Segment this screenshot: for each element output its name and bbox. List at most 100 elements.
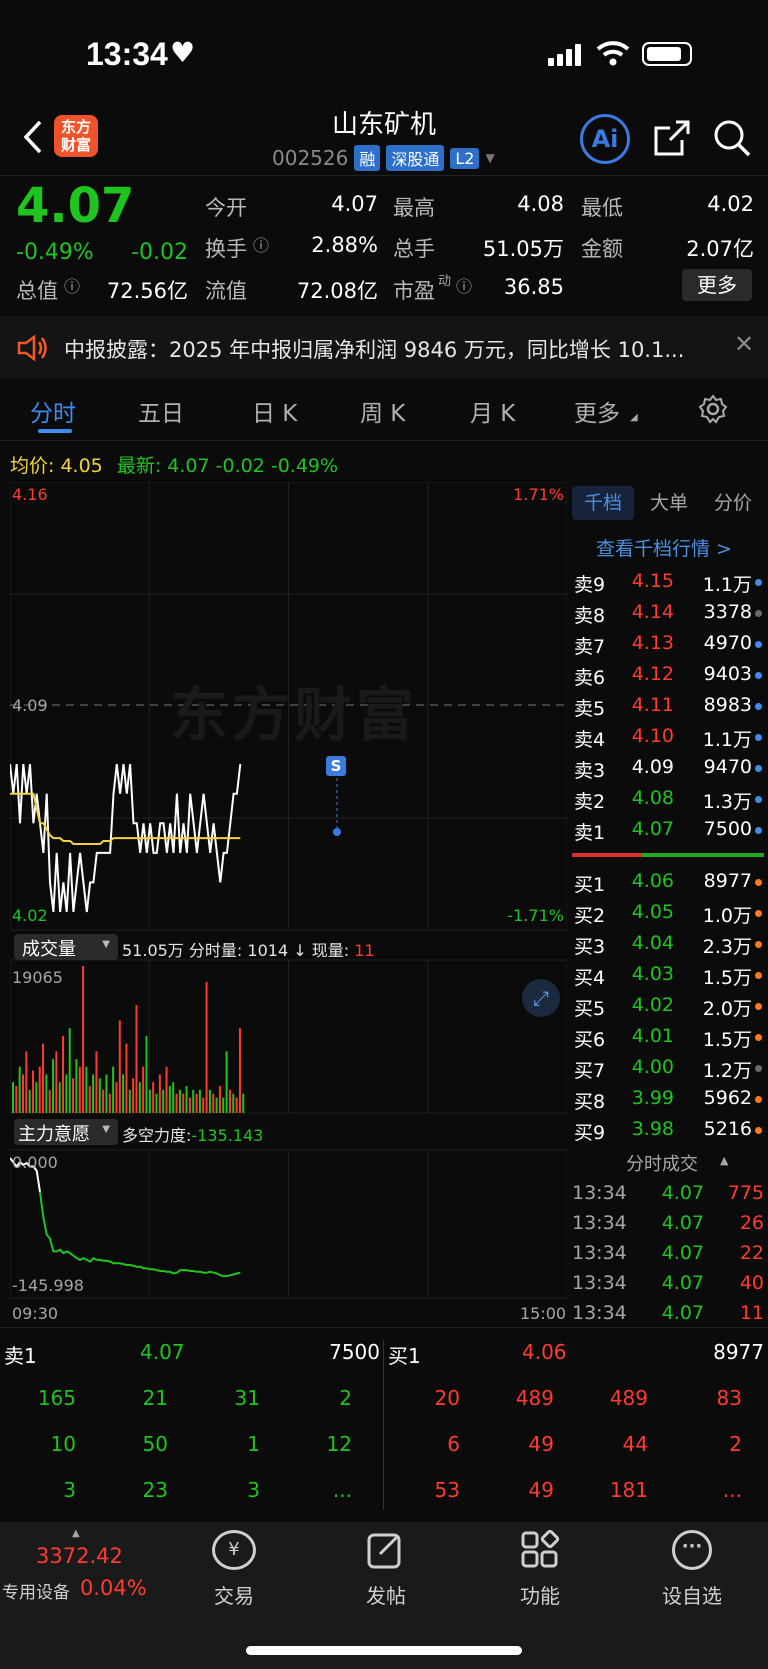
ask-row[interactable]: 卖6 4.12 9403	[572, 659, 768, 690]
low-value: 4.02	[707, 192, 754, 216]
depth-link[interactable]: 查看千档行情 >	[596, 534, 732, 561]
axis-mid-price: 4.09	[12, 696, 48, 715]
notice-bar[interactable]: 中报披露：2025 年中报归属净利润 9846 万元，同比增长 10.1... …	[0, 316, 768, 378]
volume-bar	[155, 1093, 158, 1113]
wifi-icon	[596, 41, 630, 66]
nav-post[interactable]: 发帖	[346, 1580, 426, 1609]
queue-sell-cell: 23	[142, 1478, 168, 1502]
tab-weekly-k[interactable]: 周 K	[360, 394, 405, 428]
trade-icon[interactable]: ¥	[212, 1530, 256, 1570]
info-icon[interactable]: ⓘ	[253, 232, 269, 256]
volume-bar	[12, 1082, 14, 1113]
volume-bar	[85, 1066, 88, 1113]
stock-code-row[interactable]: 002526 融 深股通 L2 ▼	[272, 145, 495, 171]
queue-sell-vol: 7500	[329, 1340, 380, 1364]
bid-row[interactable]: 买4 4.03 1.5万	[572, 959, 768, 990]
side-tab-depth[interactable]: 千档	[584, 488, 622, 515]
tab-intraday[interactable]: 分时	[30, 394, 76, 428]
bid-row[interactable]: 买6 4.01 1.5万	[572, 1021, 768, 1052]
volume-bar	[15, 1086, 18, 1113]
bid-row[interactable]: 买7 4.00 1.2万	[572, 1052, 768, 1083]
bid-row[interactable]: 买5 4.02 2.0万	[572, 990, 768, 1021]
info-icon[interactable]: ⓘ	[64, 273, 80, 297]
float-cap-label: 流值	[205, 279, 247, 303]
bid-price: 4.01	[631, 1025, 674, 1047]
queue-buy-cell: 44	[622, 1432, 648, 1456]
ask-row[interactable]: 卖1 4.07 7500	[572, 814, 768, 845]
ask-row[interactable]: 卖9 4.15 1.1万	[572, 566, 768, 597]
ask-row[interactable]: 卖7 4.13 4970	[572, 628, 768, 659]
nav-watchlist[interactable]: 设自选	[652, 1580, 732, 1609]
ask-price: 4.08	[631, 787, 674, 809]
ask-price: 4.15	[631, 570, 674, 592]
volume-info: 51.05万 分时量: 1014 ↓ 现量: 11	[122, 937, 375, 961]
settings-icon[interactable]	[698, 394, 728, 424]
tick-time: 13:34	[572, 1212, 627, 1234]
bid-label: 买8	[574, 1091, 606, 1113]
close-icon[interactable]: ✕	[734, 330, 754, 358]
index-value[interactable]: 3372.42	[36, 1544, 123, 1568]
status-time: 13:34	[86, 36, 168, 72]
tick-row: 13:34 4.07 40	[572, 1268, 768, 1299]
tab-more[interactable]: 更多	[574, 394, 620, 428]
search-icon[interactable]	[712, 118, 752, 158]
tab-more-caret: ◢	[630, 412, 638, 423]
ai-button[interactable]: Ai	[580, 114, 630, 164]
bid-label: 买2	[574, 905, 606, 927]
tab-monthly-k[interactable]: 月 K	[470, 394, 515, 428]
tick-row: 13:34 4.07 26	[572, 1208, 768, 1239]
bid-row[interactable]: 买2 4.05 1.0万	[572, 897, 768, 928]
volume-bar	[138, 1082, 141, 1113]
share-icon[interactable]	[652, 118, 692, 158]
volume-selector[interactable]: 成交量 ▼	[14, 934, 118, 960]
signal-marker[interactable]: S	[326, 756, 346, 776]
volume-bar	[225, 1051, 228, 1113]
amount-value: 2.07亿	[686, 237, 754, 261]
volume-bar	[232, 1093, 235, 1113]
side-tab-price[interactable]: 分价	[714, 488, 752, 515]
more-button[interactable]: 更多	[682, 269, 752, 301]
heart-icon: ♥	[170, 36, 196, 69]
ask-volume: 4970	[703, 632, 752, 654]
bid-row[interactable]: 买8 3.99 5962	[572, 1083, 768, 1114]
intraday-chart[interactable]	[10, 482, 567, 1302]
speaker-icon	[17, 334, 47, 362]
ticks-title[interactable]: 分时成交	[626, 1150, 698, 1176]
nav-trade[interactable]: 交易	[194, 1580, 274, 1609]
tab-5day[interactable]: 五日	[138, 394, 184, 428]
bid-row[interactable]: 买3 4.04 2.3万	[572, 928, 768, 959]
ask-row[interactable]: 卖5 4.11 8983	[572, 690, 768, 721]
queue-sell-label: 卖1	[4, 1344, 37, 1368]
fullscreen-icon[interactable]: ⤢	[522, 979, 560, 1017]
ask-row[interactable]: 卖2 4.08 1.3万	[572, 783, 768, 814]
bid-price: 4.03	[631, 963, 674, 985]
info-icon[interactable]: ⓘ	[456, 273, 472, 297]
tab-daily-k[interactable]: 日 K	[252, 394, 297, 428]
bid-volume: 1.0万	[702, 905, 752, 927]
volume-bar	[238, 1028, 241, 1113]
axis-top-pct: 1.71%	[513, 485, 564, 504]
capital-selector[interactable]: 主力意愿 ▼	[14, 1119, 118, 1145]
queue-sell-cell: 50	[142, 1432, 168, 1456]
volume-bar	[62, 1035, 65, 1113]
avg-value: 4.05	[60, 455, 103, 477]
bid-volume: 1.5万	[702, 967, 752, 989]
queue-buy-cell: 181	[609, 1478, 648, 1502]
function-icon[interactable]	[520, 1530, 560, 1570]
volume-bar	[165, 1066, 168, 1113]
post-icon[interactable]	[366, 1530, 406, 1570]
ask-label: 卖2	[574, 791, 606, 813]
ask-row[interactable]: 卖3 4.09 9470	[572, 752, 768, 783]
ask-row[interactable]: 卖4 4.10 1.1万	[572, 721, 768, 752]
bid-row[interactable]: 买9 3.98 5216	[572, 1114, 768, 1145]
volume-bar	[158, 1074, 161, 1113]
side-tab-bigorder[interactable]: 大单	[650, 488, 688, 515]
more-dots-icon[interactable]: ···	[672, 1530, 712, 1570]
nav-function[interactable]: 功能	[500, 1580, 580, 1609]
queue-buy-label: 买1	[388, 1344, 421, 1368]
ask-row[interactable]: 卖8 4.14 3378	[572, 597, 768, 628]
volume-bar	[68, 1028, 71, 1113]
status-dot	[755, 1034, 762, 1041]
bid-row[interactable]: 买1 4.06 8977	[572, 866, 768, 897]
ask-volume: 1.1万	[702, 574, 752, 596]
